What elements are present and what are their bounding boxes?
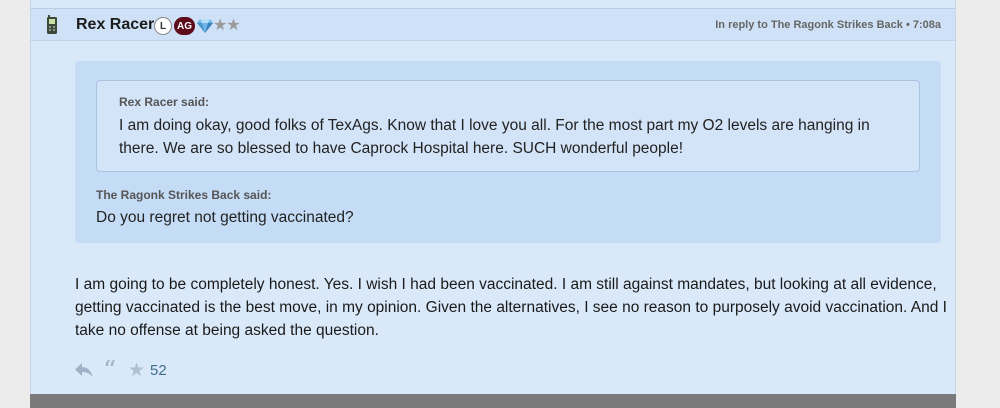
gem-icon [197, 19, 213, 33]
post-body: I am going to be completely honest. Yes.… [75, 276, 947, 339]
page-margin-right [956, 0, 1000, 408]
footer-bar [30, 394, 956, 408]
username-link[interactable]: Rex Racer [76, 16, 154, 34]
reply-meta-link[interactable]: In reply to The Ragonk Strikes Back • 7:… [715, 19, 941, 31]
nested-quote-block: Rex Racer said: I am doing okay, good fo… [96, 80, 920, 172]
forum-post: Rex Racer L AG ★★ In reply to The Ragonk… [30, 0, 956, 408]
level-badge: L [154, 17, 172, 35]
star-icon[interactable]: ★ [128, 360, 145, 382]
reply-icon[interactable] [75, 362, 93, 378]
quote-author: The Ragonk Strikes Back said: [96, 188, 272, 202]
nested-quote-author: Rex Racer said: [119, 95, 210, 109]
star-count[interactable]: 52 [150, 362, 167, 379]
quote-text: Do you regret not getting vaccinated? [96, 209, 354, 226]
quote-icon[interactable]: “ [103, 358, 116, 384]
page-margin-left [0, 0, 30, 408]
post-header: Rex Racer L AG ★★ In reply to The Ragonk… [31, 9, 955, 41]
rank-stars: ★★ [213, 17, 241, 34]
quote-block: Rex Racer said: I am doing okay, good fo… [75, 61, 941, 243]
nested-quote-text: I am doing okay, good folks of TexAgs. K… [119, 117, 870, 157]
phone-icon [47, 15, 57, 34]
school-badge: AG [174, 17, 195, 35]
